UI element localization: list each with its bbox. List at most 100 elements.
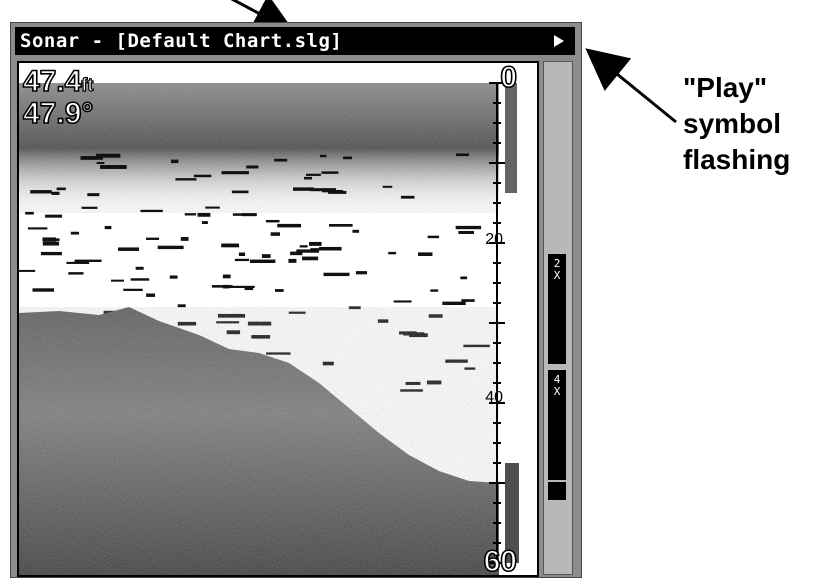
- fish-mark: [96, 161, 105, 165]
- fish-mark: [42, 237, 57, 242]
- depth-scale-40: 40: [485, 389, 503, 406]
- fish-mark: [238, 252, 246, 257]
- window-title: Sonar - [Default Chart.slg]: [20, 30, 343, 52]
- fish-mark: [418, 252, 433, 256]
- fish-mark: [135, 266, 144, 270]
- fish-mark: [169, 275, 178, 279]
- fish-mark: [463, 344, 490, 348]
- fish-mark: [171, 159, 179, 164]
- fish-mark: [81, 206, 98, 209]
- fish-mark: [310, 248, 335, 251]
- fish-mark: [27, 227, 48, 230]
- depth-scale-20: 20: [485, 231, 503, 248]
- fish-mark: [288, 311, 306, 314]
- annotation-line-1: "Play": [683, 72, 768, 103]
- fish-mark: [455, 153, 469, 157]
- fish-mark: [329, 224, 353, 227]
- fish-mark: [74, 259, 102, 262]
- fish-mark: [442, 301, 466, 306]
- fish-mark: [321, 171, 339, 174]
- fish-mark: [111, 279, 124, 282]
- fish-mark: [42, 241, 60, 246]
- fish-mark: [388, 251, 397, 255]
- zoom-slider-handle[interactable]: [548, 482, 566, 500]
- fish-mark: [222, 274, 231, 279]
- fish-mark: [445, 359, 468, 363]
- fish-mark: [32, 288, 55, 292]
- fish-mark: [427, 235, 440, 239]
- fish-mark: [464, 367, 476, 370]
- arrow-to-play-icon: [585, 48, 677, 124]
- fish-mark: [288, 258, 297, 263]
- fish-mark: [228, 285, 255, 289]
- fish-mark: [299, 245, 308, 248]
- title-bar: Sonar - [Default Chart.slg]: [15, 27, 575, 55]
- fish-mark: [461, 299, 475, 302]
- fish-mark: [400, 389, 423, 392]
- fish-mark: [322, 361, 334, 366]
- zoom-4x-label: 4X: [553, 373, 561, 398]
- fish-mark: [45, 214, 63, 218]
- fish-mark: [403, 332, 425, 336]
- depth-unit: ft: [81, 74, 94, 95]
- fish-mark: [348, 306, 361, 310]
- fish-mark: [352, 229, 360, 233]
- fish-mark: [205, 206, 220, 209]
- fish-mark: [117, 247, 140, 251]
- fish-mark: [428, 314, 443, 318]
- depth-scale-top: 0: [500, 61, 518, 95]
- fish-mark: [323, 272, 350, 277]
- fish-mark: [306, 173, 321, 176]
- fish-mark: [277, 223, 302, 228]
- fish-mark: [40, 251, 62, 256]
- fish-mark: [265, 219, 280, 223]
- fish-mark: [455, 225, 482, 230]
- zoom-bar[interactable]: 2X 4X: [543, 61, 573, 575]
- fish-mark: [320, 154, 327, 158]
- fish-mark: [197, 212, 211, 217]
- fish-mark: [246, 165, 259, 169]
- fish-mark: [19, 269, 36, 272]
- fish-mark: [193, 174, 212, 178]
- fish-mark: [30, 190, 52, 194]
- fish-mark: [231, 190, 249, 194]
- fish-mark: [180, 237, 189, 241]
- fish-mark: [56, 187, 66, 191]
- fish-mark: [274, 289, 284, 292]
- fish-mark: [201, 221, 208, 225]
- depth-scale-bottom: 60: [483, 544, 518, 577]
- fish-mark: [104, 225, 112, 230]
- fish-mark: [274, 158, 288, 162]
- fish-mark: [430, 289, 439, 292]
- fish-mark: [175, 178, 197, 181]
- fish-mark: [426, 380, 442, 385]
- fish-mark: [251, 335, 271, 339]
- fish-mark: [309, 241, 322, 246]
- depth-readout: 47.4ft: [22, 64, 94, 99]
- fish-mark: [266, 352, 291, 355]
- zoom-2x-range[interactable]: 2X: [548, 254, 566, 364]
- fish-mark: [146, 237, 160, 240]
- fish-mark: [217, 313, 246, 318]
- depth-value: 47.4: [22, 64, 82, 99]
- fish-mark: [157, 245, 184, 250]
- fish-mark: [458, 230, 475, 234]
- zoom-4x-range[interactable]: 4X: [548, 370, 566, 480]
- fish-mark: [87, 193, 100, 197]
- temperature-readout: 47.9°: [22, 96, 94, 131]
- fish-mark: [222, 284, 230, 289]
- fish-mark: [66, 261, 90, 264]
- bottom-noise: [19, 307, 499, 575]
- fish-mark: [123, 288, 143, 291]
- fish-mark: [140, 209, 163, 213]
- fish-mark: [68, 272, 84, 275]
- play-icon[interactable]: [547, 29, 571, 53]
- annotation-line-2: symbol: [683, 108, 782, 139]
- sonar-chart[interactable]: 47.4ft 47.9° 0 20 40 60: [17, 61, 539, 577]
- flasher-top: [505, 83, 517, 193]
- fish-mark: [221, 171, 249, 175]
- fish-mark: [100, 165, 127, 169]
- annotation-line-3: flashing: [683, 144, 791, 175]
- fish-mark: [460, 276, 468, 280]
- fish-mark: [400, 195, 415, 199]
